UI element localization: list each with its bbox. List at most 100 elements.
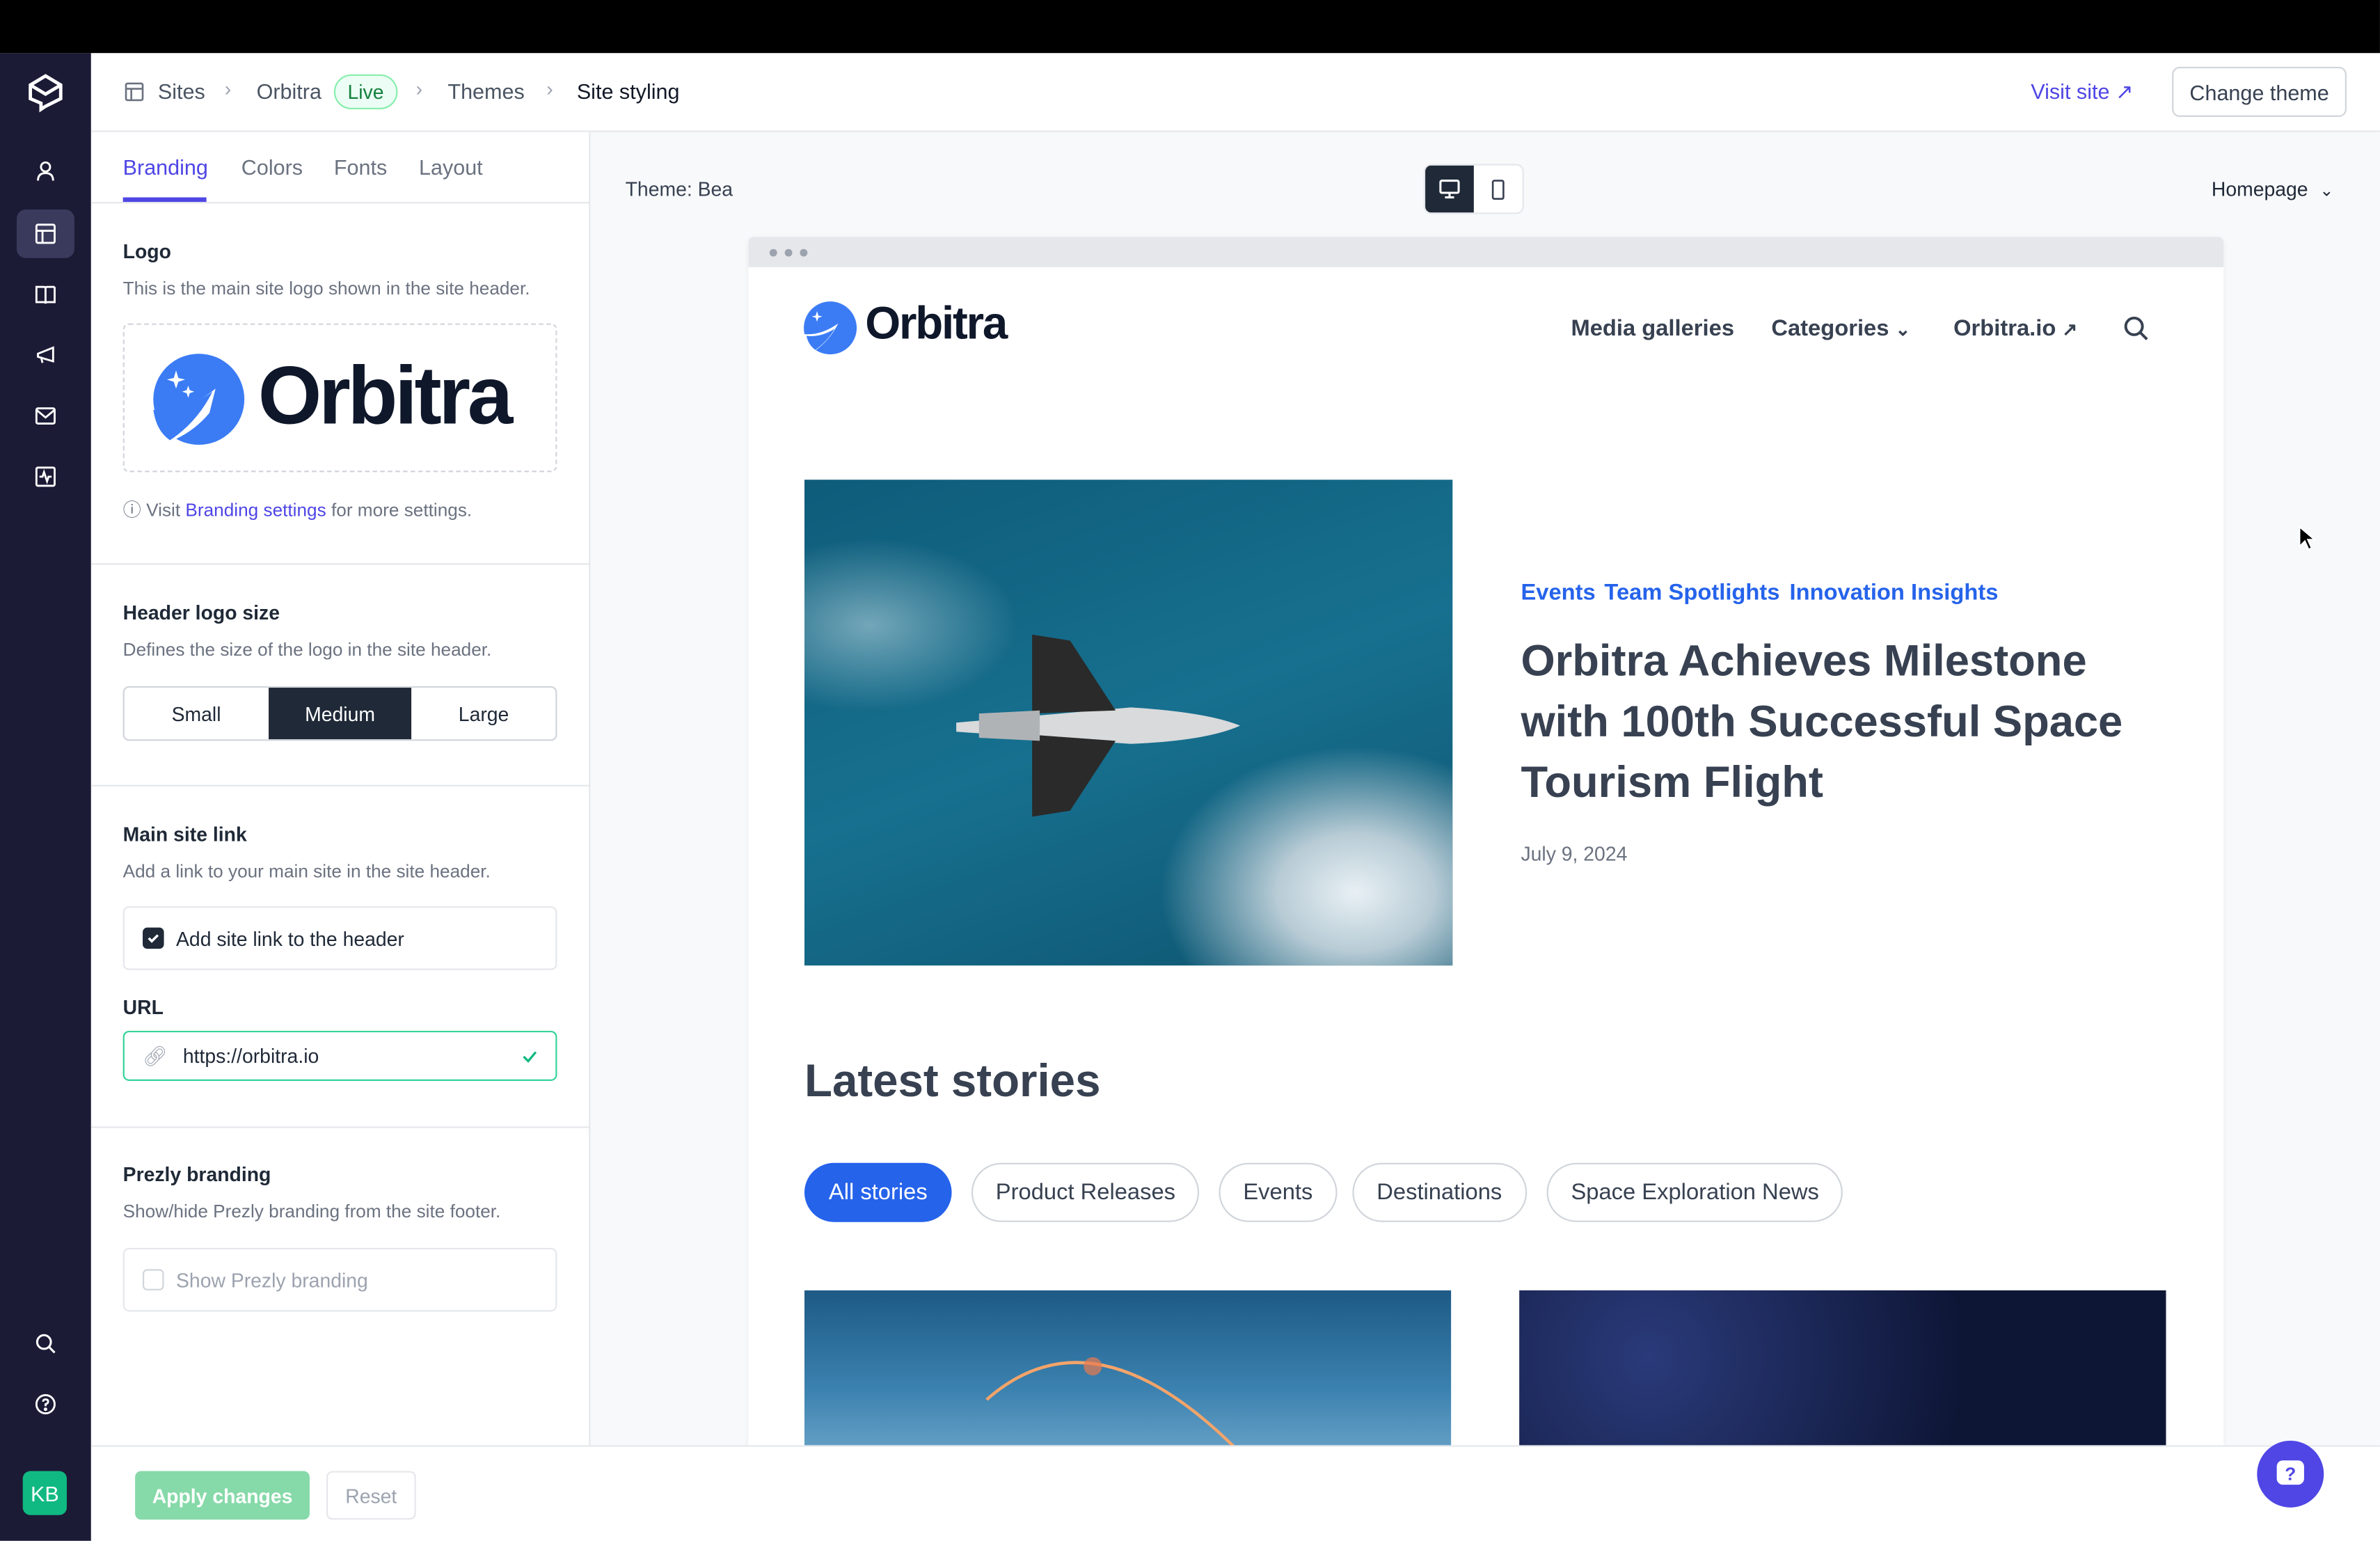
logo-size-title: Header logo size xyxy=(122,601,280,624)
divider xyxy=(90,563,591,565)
tab-layout[interactable]: Layout xyxy=(419,155,483,179)
space-shuttle-image xyxy=(956,634,1240,817)
breadcrumb-themes[interactable]: Themes xyxy=(447,79,524,103)
link-icon: 🔗︎ xyxy=(143,1043,168,1067)
help-icon: ? xyxy=(2276,1460,2304,1485)
browser-bar xyxy=(748,237,2224,267)
theme-label: Theme: Bea xyxy=(625,177,733,200)
megaphone-icon[interactable] xyxy=(17,331,74,379)
filter-destinations[interactable]: Destinations xyxy=(1352,1162,1527,1222)
settings-tabs: Branding Colors Fonts Layout xyxy=(90,132,591,204)
prezly-checkbox-row[interactable]: Show Prezly branding xyxy=(122,1247,557,1312)
check-icon xyxy=(523,1051,537,1064)
logo-size-selector: Small Medium Large xyxy=(122,686,557,741)
filter-product-releases[interactable]: Product Releases xyxy=(971,1162,1200,1222)
page-select[interactable]: Homepage ⌄ xyxy=(2212,177,2333,200)
settings-panel: Branding Colors Fonts Layout Logo This i… xyxy=(90,132,591,1446)
divider xyxy=(90,1126,591,1128)
tab-colors[interactable]: Colors xyxy=(241,155,303,179)
size-small[interactable]: Small xyxy=(125,688,268,739)
layout-icon[interactable] xyxy=(16,209,74,258)
status-badge: Live xyxy=(333,74,398,110)
story-image[interactable] xyxy=(804,1290,1452,1452)
site-link-title: Main site link xyxy=(122,823,247,846)
app-header: Sites › Orbitra Live › Themes › Site sty… xyxy=(90,53,2380,132)
site-nav-categories[interactable]: Categories ⌄ xyxy=(1771,316,1910,342)
logo-desc: This is the main site logo shown in the … xyxy=(122,278,530,299)
hero-title[interactable]: Orbitra Achieves Milestone with 100th Su… xyxy=(1521,631,2173,814)
reset-button[interactable]: Reset xyxy=(326,1471,416,1520)
visit-site-link[interactable]: Visit site ↗ xyxy=(2031,79,2133,104)
search-icon[interactable] xyxy=(2123,316,2149,342)
action-bar: Apply changes Reset xyxy=(90,1445,2380,1541)
breadcrumb-sites[interactable]: Sites xyxy=(158,79,205,103)
filter-all-stories[interactable]: All stories xyxy=(804,1162,952,1222)
site-preview-frame: Orbitra Media galleries Categories ⌄ Orb… xyxy=(748,237,2224,1452)
help-icon[interactable] xyxy=(17,1380,74,1429)
checkbox-label: Add site link to the header xyxy=(176,926,404,950)
prezly-logo-icon[interactable] xyxy=(17,68,74,117)
search-icon[interactable] xyxy=(17,1319,74,1368)
mail-icon[interactable] xyxy=(17,392,74,441)
svg-text:?: ? xyxy=(2285,1464,2296,1485)
breadcrumb-site[interactable]: Orbitra xyxy=(257,79,322,103)
site-link-desc: Add a link to your main site in the site… xyxy=(122,860,491,883)
activity-icon[interactable] xyxy=(17,452,74,501)
hero-tag-events[interactable]: Events xyxy=(1521,580,1595,606)
hint-prefix: Visit xyxy=(146,499,181,521)
filter-events[interactable]: Events xyxy=(1219,1162,1338,1222)
url-input[interactable]: 🔗︎ https://orbitra.io xyxy=(122,1030,557,1081)
categories-label: Categories xyxy=(1771,315,1889,342)
tab-branding[interactable]: Branding xyxy=(123,155,208,179)
story-image[interactable] xyxy=(1519,1290,2166,1452)
chevron-right-icon: › xyxy=(224,77,232,100)
site-nav-media-galleries[interactable]: Media galleries xyxy=(1571,316,1734,342)
chevron-down-icon: ⌄ xyxy=(2319,182,2334,200)
help-chat-button[interactable]: ? xyxy=(2257,1440,2324,1508)
user-icon[interactable] xyxy=(17,148,74,196)
branding-settings-link[interactable]: Branding settings xyxy=(185,500,326,521)
dot xyxy=(800,248,808,257)
dot xyxy=(784,248,793,257)
apply-changes-button[interactable]: Apply changes xyxy=(135,1471,310,1520)
hero-image[interactable] xyxy=(804,480,1453,966)
visit-site-label: Visit site xyxy=(2031,79,2110,104)
orbitra-logo-icon xyxy=(153,354,245,445)
divider xyxy=(90,784,591,787)
rocket-launch-image xyxy=(985,1357,1239,1451)
url-value: https://orbitra.io xyxy=(182,1044,319,1068)
hero-date: July 9, 2024 xyxy=(1521,842,1628,866)
tab-fonts[interactable]: Fonts xyxy=(334,155,387,179)
device-toggle xyxy=(1423,164,1524,214)
logo-title: Logo xyxy=(122,239,171,263)
external-link-icon: ↗ xyxy=(2115,79,2134,104)
app-sidebar xyxy=(0,53,91,1541)
book-icon[interactable] xyxy=(17,270,74,319)
site-nav-orbitra-io[interactable]: Orbitra.io ↗ xyxy=(1953,316,2077,342)
change-theme-button[interactable]: Change theme xyxy=(2172,66,2347,117)
logo-upload[interactable]: Orbitra xyxy=(122,323,557,473)
desktop-icon[interactable] xyxy=(1425,165,1474,213)
chevron-down-icon: ⌄ xyxy=(1895,319,1911,340)
logo-wordmark: Orbitra xyxy=(257,350,514,442)
prezly-title: Prezly branding xyxy=(122,1162,271,1186)
mobile-icon[interactable] xyxy=(1474,166,1523,213)
dot xyxy=(769,248,777,257)
hero-tag-innovation-insights[interactable]: Innovation Insights xyxy=(1790,580,1999,606)
site-logo-wordmark: Orbitra xyxy=(865,299,1008,349)
info-icon: ⓘ xyxy=(122,499,141,521)
site-link-checkbox-row[interactable]: Add site link to the header xyxy=(122,906,557,970)
prezly-desc: Show/hide Prezly branding from the site … xyxy=(122,1201,501,1222)
hero-tag-team-spotlights[interactable]: Team Spotlights xyxy=(1604,580,1779,606)
checkbox-unchecked[interactable] xyxy=(143,1269,164,1290)
url-label: URL xyxy=(122,995,164,1019)
arrow-up-right-icon: ↗ xyxy=(2062,319,2078,340)
checkbox-checked[interactable] xyxy=(143,927,164,949)
size-medium[interactable]: Medium xyxy=(268,688,412,740)
size-large[interactable]: Large xyxy=(412,688,555,739)
avatar[interactable]: KB xyxy=(22,1471,67,1515)
preview-area: Theme: Bea Homepage ⌄ Orbitra Media gall… xyxy=(590,132,2380,1452)
chevron-right-icon: › xyxy=(415,77,423,100)
mouse-cursor-icon xyxy=(2299,525,2317,551)
filter-space-exploration-news[interactable]: Space Exploration News xyxy=(1546,1162,1843,1222)
